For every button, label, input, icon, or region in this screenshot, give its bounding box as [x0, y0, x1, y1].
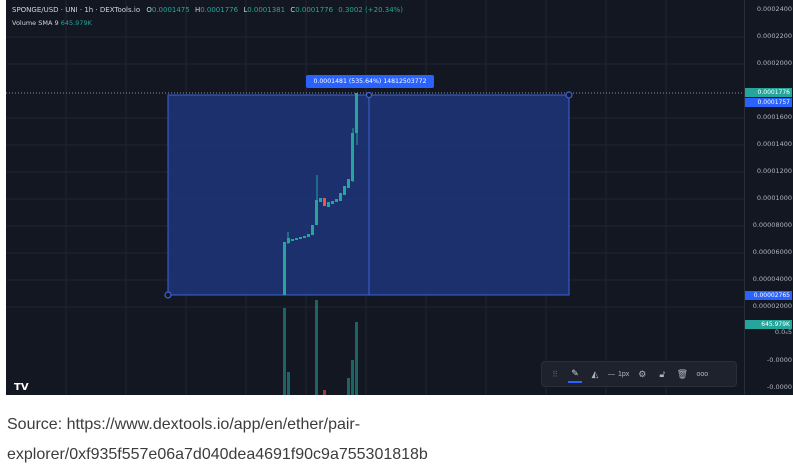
lock-icon[interactable]: 🔓︎: [655, 366, 669, 382]
price-axis[interactable]: 0.0002400 0.0002200 0.0002000 0.0001600 …: [744, 0, 793, 395]
volume-tick: -0.0000: [766, 356, 792, 364]
pair-title: SPONGE/USD · UNI · 1h · DEXTools.io: [12, 6, 141, 14]
close-value: 0.0001776: [295, 6, 334, 14]
volume-tick: -0.0000: [766, 383, 792, 391]
volume-bars: [283, 300, 358, 395]
price-tick: 0.0002200: [756, 32, 792, 40]
price-tick: 0.0001400: [756, 140, 792, 148]
volume-tag: 645.979K: [745, 320, 792, 329]
measure-low-tag: 0.00002765: [745, 291, 792, 300]
volume-bar: [315, 300, 318, 395]
line-width-selector[interactable]: —1px: [608, 366, 629, 382]
candle: [311, 225, 314, 235]
volume-bar: [323, 390, 326, 395]
high-value: 0.0001776: [200, 6, 239, 14]
volume-bar: [347, 378, 350, 395]
volume-tick: 0.0₄5: [774, 328, 792, 336]
change-value: 0.3002 (+20.34%): [338, 6, 404, 14]
caption-line-1: Source: https://www.dextools.io/app/en/e…: [7, 416, 361, 433]
plot-area[interactable]: SPONGE/USD · UNI · 1h · DEXTools.io O0.0…: [6, 0, 744, 395]
chart-canvas[interactable]: [6, 0, 744, 395]
line-icon: —: [608, 370, 615, 378]
price-tick: 0.0002400: [756, 5, 792, 13]
source-caption: Source: https://www.dextools.io/app/en/e…: [7, 410, 787, 470]
candle: [343, 186, 346, 195]
candle: [287, 238, 290, 243]
price-tick: 0.00006000: [752, 248, 792, 256]
low-value: 0.0001381: [247, 6, 286, 14]
candle: [331, 201, 334, 204]
candle: [319, 198, 322, 202]
candle: [335, 199, 338, 202]
measure-handle-top-right[interactable]: [565, 91, 573, 99]
caption-line-2: explorer/0xf935f557e06a7d040dea4691f90c9…: [7, 446, 428, 463]
drag-handle-icon[interactable]: ⠿: [548, 366, 562, 382]
settings-gear-icon[interactable]: ⚙: [635, 366, 649, 382]
candle: [283, 242, 286, 295]
fill-color-icon[interactable]: ◭: [588, 366, 602, 382]
trash-icon[interactable]: 🗑︎: [675, 366, 689, 382]
candle: [339, 193, 342, 201]
chart-panel[interactable]: SPONGE/USD · UNI · 1h · DEXTools.io O0.0…: [6, 0, 793, 395]
candle: [327, 202, 330, 207]
candle: [299, 237, 302, 239]
volume-label: Volume SMA 9: [12, 19, 59, 27]
candle: [291, 239, 294, 241]
measure-handle-top[interactable]: [365, 91, 373, 99]
drawing-toolbar: ⠿ ✎ ◭ —1px ⚙ 🔓︎ 🗑︎ ooo: [541, 361, 737, 387]
price-tick: 0.0002000: [756, 59, 792, 67]
measure-handle-bottom-left[interactable]: [164, 291, 172, 299]
pencil-color-icon[interactable]: ✎: [568, 365, 582, 383]
open-value: 0.0001475: [151, 6, 190, 14]
candle: [315, 200, 318, 225]
volume-bar: [355, 322, 358, 395]
volume-bar: [283, 308, 286, 395]
volume-bar: [287, 372, 290, 395]
measure-tooltip: 0.0001481 (535.64%) 14812503772: [306, 75, 434, 88]
candle: [355, 93, 358, 133]
candle: [351, 133, 354, 181]
price-tick: 0.00008000: [752, 221, 792, 229]
volume-bar: [351, 360, 354, 395]
measure-high-tag: 0.0001757: [745, 98, 792, 107]
candle: [307, 234, 310, 237]
current-price-tag: 0.0001776: [745, 88, 792, 97]
price-tick: 0.0001200: [756, 167, 792, 175]
price-tick: 0.0001000: [756, 194, 792, 202]
more-icon[interactable]: ooo: [695, 366, 709, 382]
price-tick: 0.0001600: [756, 113, 792, 121]
tradingview-logo[interactable]: TV: [14, 382, 29, 393]
candle: [295, 238, 298, 240]
price-tick: 0.00002000: [752, 302, 792, 310]
ohlc-legend: SPONGE/USD · UNI · 1h · DEXTools.io O0.0…: [12, 6, 403, 14]
candle: [323, 198, 326, 206]
volume-legend: Volume SMA 9 645.979K: [12, 19, 92, 27]
volume-value: 645.979K: [60, 19, 92, 27]
line-width-label: 1px: [618, 370, 630, 378]
price-tick: 0.00004000: [752, 275, 792, 283]
candle: [347, 179, 350, 188]
candle: [303, 236, 306, 238]
